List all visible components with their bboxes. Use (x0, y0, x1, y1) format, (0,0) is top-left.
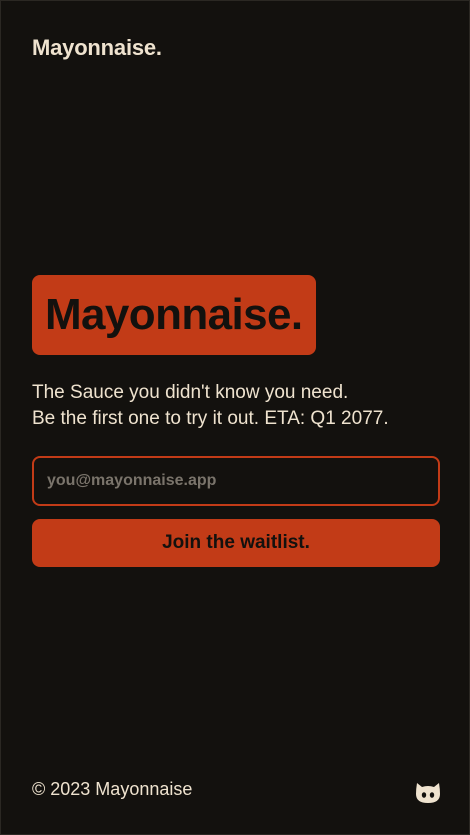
copyright-text: © 2023 Mayonnaise (32, 779, 193, 799)
tagline-line-2: Be the first one to try it out. ETA: Q1 … (32, 408, 389, 429)
hero-section: Mayonnaise. The Sauce you didn't know yo… (32, 275, 440, 567)
site-logo[interactable]: Mayonnaise. (32, 35, 162, 61)
github-icon[interactable] (414, 779, 442, 805)
hero-title: Mayonnaise. (32, 275, 316, 355)
tagline: The Sauce you didn't know you need. Be t… (32, 380, 440, 432)
email-input[interactable] (32, 456, 440, 506)
tagline-line-1: The Sauce you didn't know you need. (32, 382, 349, 403)
join-waitlist-button[interactable]: Join the waitlist. (32, 519, 440, 567)
